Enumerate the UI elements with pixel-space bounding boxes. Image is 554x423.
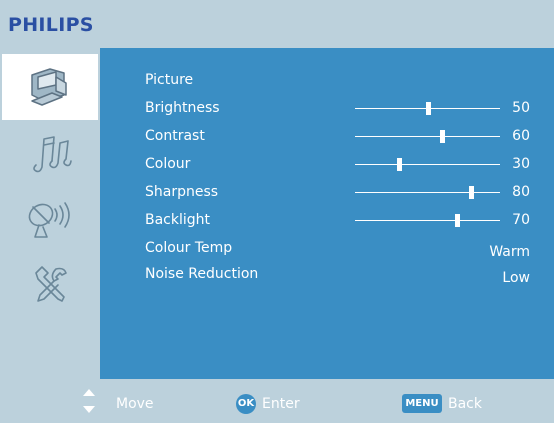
panel-title-row: Picture [145, 70, 535, 90]
slider-knob[interactable] [454, 214, 460, 227]
backlight-slider[interactable] [355, 214, 500, 227]
category-sidebar [0, 48, 100, 379]
menu-item-label: Noise Reduction [145, 266, 259, 282]
footer-help-bar: Move OK Enter MENU Back [0, 379, 554, 423]
satellite-dish-icon [28, 202, 70, 238]
menu-item-label: Backlight [145, 212, 211, 228]
header-bar: PHILIPS [0, 0, 554, 48]
move-hint-label: Move [116, 396, 154, 412]
menu-item-colour[interactable]: Colour 30 [145, 154, 535, 174]
menu-item-label: Sharpness [145, 184, 219, 200]
contrast-slider[interactable] [355, 130, 500, 143]
sharpness-slider[interactable] [355, 186, 500, 199]
menu-item-brightness[interactable]: Brightness 50 [145, 98, 535, 118]
slider-knob[interactable] [469, 186, 474, 199]
colour-slider[interactable] [355, 158, 500, 171]
menu-item-label: Colour [145, 156, 191, 172]
menu-item-value: Low [502, 270, 530, 286]
menu-key-icon: MENU [402, 394, 442, 413]
picture-icon [31, 68, 67, 106]
back-hint-label: Back [448, 396, 482, 412]
sidebar-item-setup[interactable] [2, 252, 98, 318]
menu-item-contrast[interactable]: Contrast 60 [145, 126, 535, 146]
sidebar-item-audio[interactable] [2, 120, 98, 186]
menu-item-noise-reduction[interactable]: Noise Reduction Low [145, 264, 535, 286]
menu-item-label: Brightness [145, 100, 220, 116]
slider-knob[interactable] [425, 102, 431, 115]
tools-icon [35, 266, 67, 302]
osd-menu: PHILIPS Picture Brightness 50 Contrast 6… [0, 0, 554, 423]
menu-item-value: Warm [489, 244, 530, 260]
menu-item-value: 50 [512, 100, 530, 116]
menu-item-value: 70 [512, 212, 530, 228]
menu-item-colour-temp[interactable]: Colour Temp Warm [145, 238, 535, 260]
menu-item-backlight[interactable]: Backlight 70 [145, 210, 535, 230]
up-arrow-icon [83, 389, 95, 396]
menu-item-value: 30 [512, 156, 530, 172]
ok-key-icon: OK [236, 394, 256, 414]
brightness-slider[interactable] [355, 102, 500, 115]
sidebar-item-picture[interactable] [2, 54, 98, 120]
slider-knob[interactable] [396, 158, 402, 171]
menu-item-sharpness[interactable]: Sharpness 80 [145, 182, 535, 202]
music-notes-icon [33, 136, 72, 173]
panel-title: Picture [145, 72, 194, 88]
sidebar-item-channel[interactable] [2, 186, 98, 252]
menu-item-value: 80 [512, 184, 530, 200]
menu-item-value: 60 [512, 128, 530, 144]
enter-hint-label: Enter [262, 396, 300, 412]
brand-logo: PHILIPS [8, 14, 94, 36]
menu-item-label: Contrast [145, 128, 205, 144]
settings-panel: Picture Brightness 50 Contrast 60 Colour… [100, 48, 554, 379]
down-arrow-icon [83, 406, 95, 413]
menu-item-label: Colour Temp [145, 240, 233, 256]
slider-knob[interactable] [440, 130, 445, 143]
